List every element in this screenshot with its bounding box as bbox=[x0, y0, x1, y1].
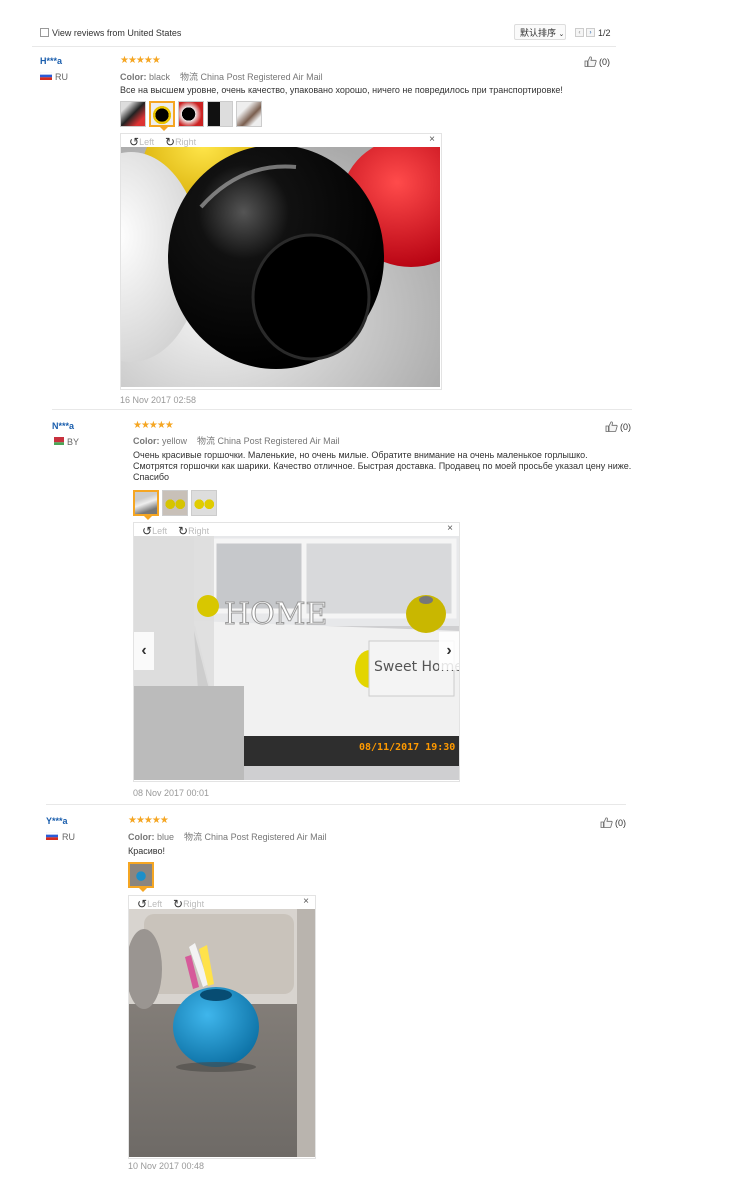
chevron-down-icon: ⌄ bbox=[558, 31, 565, 38]
photo-thumbnail[interactable] bbox=[162, 490, 188, 516]
sort-label: 默认排序 bbox=[520, 28, 557, 38]
us-filter-checkbox[interactable] bbox=[40, 28, 49, 37]
photo-thumbnails bbox=[133, 490, 217, 520]
review-text: Все на высшем уровне, очень качество, уп… bbox=[120, 85, 563, 95]
review-text: Очень красивые горшочки. Маленькие, но о… bbox=[133, 450, 632, 482]
review-photo bbox=[129, 909, 315, 1157]
flag-ru-icon bbox=[40, 72, 52, 80]
order-info: Color: yellow 物流 China Post Registered A… bbox=[133, 434, 340, 447]
photo-thumbnails bbox=[128, 862, 154, 892]
photo-thumbnail[interactable] bbox=[236, 101, 262, 127]
next-page-button[interactable]: › bbox=[586, 28, 595, 37]
photo-thumbnail[interactable] bbox=[120, 101, 146, 127]
photo-viewer: ↺Left ↻Right × bbox=[128, 895, 316, 1159]
photo-timestamp: 08/11/2017 19:30 bbox=[359, 742, 455, 753]
color-label: Color: bbox=[133, 436, 160, 446]
color-value: blue bbox=[157, 832, 175, 842]
shipping-info: 物流 China Post Registered Air Mail bbox=[197, 436, 340, 446]
next-photo-button[interactable]: › bbox=[439, 632, 459, 670]
rating-stars: ★★★★★ bbox=[120, 55, 161, 66]
rating-stars: ★★★★★ bbox=[133, 420, 174, 431]
rotate-left-button[interactable]: ↺Left bbox=[142, 523, 167, 538]
page-indicator: 1/2 bbox=[598, 28, 611, 38]
reviewer-country: RU bbox=[55, 72, 68, 82]
review-date: 16 Nov 2017 02:58 bbox=[120, 395, 197, 405]
shipping-info: 物流 China Post Registered Air Mail bbox=[184, 832, 327, 842]
rotate-right-button[interactable]: ↻Right bbox=[173, 896, 204, 911]
reviewer-country: RU bbox=[62, 832, 75, 842]
review-date: 08 Nov 2017 00:01 bbox=[133, 788, 210, 798]
color-label: Color: bbox=[120, 72, 147, 82]
prev-page-button[interactable]: ‹ bbox=[575, 28, 584, 37]
review-photo: HOME Sweet Home 08/11/2017 19:30 ‹ › bbox=[134, 536, 459, 780]
review-toolbar: View reviews from United States 默认排序 ⌄ ‹… bbox=[32, 22, 616, 47]
reviewer-country: BY bbox=[67, 437, 80, 447]
close-icon[interactable]: × bbox=[447, 523, 453, 534]
order-info: Color: black 物流 China Post Registered Ai… bbox=[120, 70, 323, 83]
photo-thumbnail[interactable] bbox=[149, 101, 175, 131]
color-value: black bbox=[149, 72, 171, 82]
review-date: 10 Nov 2017 00:48 bbox=[128, 1161, 205, 1171]
us-filter-label[interactable]: View reviews from United States bbox=[52, 28, 181, 38]
color-value: yellow bbox=[162, 436, 188, 446]
divider bbox=[52, 409, 632, 410]
likes-count: (0) bbox=[620, 422, 631, 432]
prev-photo-button[interactable]: ‹ bbox=[134, 632, 154, 670]
reviewer-name[interactable]: Y***a bbox=[46, 816, 68, 826]
rating-stars: ★★★★★ bbox=[128, 815, 169, 826]
flag-by-icon bbox=[52, 437, 64, 445]
rotate-right-button[interactable]: ↻Right bbox=[165, 134, 196, 149]
photo-thumbnail[interactable] bbox=[178, 101, 204, 127]
shipping-info: 物流 China Post Registered Air Mail bbox=[180, 72, 323, 82]
thumbs-up-icon[interactable] bbox=[584, 56, 597, 67]
thumbs-up-icon[interactable] bbox=[605, 421, 618, 432]
likes-count: (0) bbox=[615, 818, 626, 828]
photo-thumbnail[interactable] bbox=[191, 490, 217, 516]
divider bbox=[46, 804, 626, 805]
photo-thumbnail[interactable] bbox=[207, 101, 233, 127]
rotate-left-button[interactable]: ↺Left bbox=[137, 896, 162, 911]
thumbs-up-icon[interactable] bbox=[600, 817, 613, 828]
likes-count: (0) bbox=[599, 57, 610, 67]
photo-home-text: HOME bbox=[224, 597, 327, 632]
sort-dropdown[interactable]: 默认排序 ⌄ bbox=[514, 24, 566, 40]
photo-viewer: ↺Left ↻Right × HOME Sweet Home 08/11/201… bbox=[133, 522, 460, 782]
close-icon[interactable]: × bbox=[429, 134, 435, 145]
photo-thumbnail[interactable] bbox=[128, 862, 154, 892]
rotate-left-button[interactable]: ↺Left bbox=[129, 134, 154, 149]
chevron-left-icon: ‹ bbox=[141, 642, 147, 659]
photo-thumbnail[interactable] bbox=[133, 490, 159, 520]
photo-viewer: ↺Left ↻Right × bbox=[120, 133, 442, 390]
photo-thumbnails bbox=[120, 101, 262, 131]
close-icon[interactable]: × bbox=[303, 896, 309, 907]
order-info: Color: blue 物流 China Post Registered Air… bbox=[128, 830, 327, 843]
color-label: Color: bbox=[128, 832, 155, 842]
chevron-right-icon: › bbox=[446, 642, 452, 659]
reviewer-name[interactable]: H***a bbox=[40, 56, 62, 66]
review-photo bbox=[121, 147, 440, 387]
review-text: Красиво! bbox=[128, 846, 165, 856]
rotate-right-button[interactable]: ↻Right bbox=[178, 523, 209, 538]
reviewer-name[interactable]: N***a bbox=[52, 421, 74, 431]
flag-ru-icon bbox=[46, 832, 58, 840]
